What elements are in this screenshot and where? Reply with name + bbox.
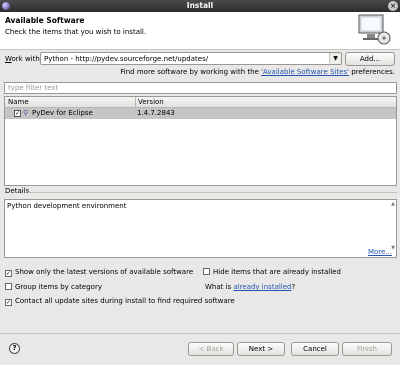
hide-installed-checkbox[interactable] [203, 268, 210, 275]
group-by-category-checkbox[interactable] [5, 283, 12, 290]
table-header: Name Version [5, 97, 396, 108]
cancel-button[interactable]: Cancel [291, 342, 339, 356]
page-description: Check the items that you wish to install… [5, 28, 147, 36]
column-header-version[interactable]: Version [138, 98, 164, 106]
install-banner-icon [358, 14, 391, 45]
row-checkbox[interactable]: ✓ [14, 110, 21, 117]
close-window-button[interactable]: × [388, 1, 398, 11]
latest-only-option[interactable]: ✓ Show only the latest versions of availa… [5, 268, 193, 277]
software-table: Name Version ✓ ⚲ PyDev for Eclipse 1.4.7… [4, 96, 397, 186]
scroll-up-arrow-icon[interactable]: ▲ [391, 201, 395, 207]
details-label: Details [5, 187, 30, 195]
row-version: 1.4.7.2843 [137, 109, 175, 117]
window-title: Install [186, 1, 214, 10]
table-row[interactable]: ✓ ⚲ PyDev for Eclipse 1.4.7.2843 [5, 108, 396, 119]
column-header-name[interactable]: Name [8, 98, 29, 106]
add-site-button[interactable]: Add... [345, 52, 395, 66]
next-button[interactable]: Next > [237, 342, 285, 356]
back-button[interactable]: < Back [188, 342, 234, 356]
button-bar-divider [0, 333, 400, 334]
work-with-label: Work with: [5, 55, 43, 63]
already-installed-link[interactable]: already installed [233, 283, 291, 291]
contact-sites-checkbox[interactable]: ✓ [5, 299, 12, 306]
filter-input[interactable]: type filter text [4, 82, 397, 94]
latest-only-checkbox[interactable]: ✓ [5, 270, 12, 277]
wizard-header: Available Software Check the items that … [0, 12, 400, 50]
title-bar: Install × [0, 0, 400, 12]
work-with-value: Python - http://pydev.sourceforge.net/up… [44, 55, 209, 63]
row-name: PyDev for Eclipse [32, 109, 93, 117]
plugin-icon: ⚲ [23, 109, 29, 117]
available-software-sites-link[interactable]: 'Available Software Sites' [261, 68, 349, 76]
finish-button[interactable]: Finish [342, 342, 392, 356]
details-divider [28, 192, 397, 193]
more-link[interactable]: More... [368, 248, 392, 256]
what-is-installed-text: What is already installed? [205, 283, 296, 291]
page-title: Available Software [5, 16, 85, 25]
hide-installed-option[interactable]: Hide items that are already installed [203, 268, 341, 276]
work-with-combo[interactable]: Python - http://pydev.sourceforge.net/up… [40, 52, 342, 65]
details-panel: Python development environment ▲ ▼ More.… [4, 199, 397, 258]
details-text: Python development environment [7, 202, 127, 210]
contact-sites-option[interactable]: ✓ Contact all update sites during install… [5, 297, 235, 306]
group-by-category-option[interactable]: Group items by category [5, 283, 102, 291]
help-icon[interactable]: ? [9, 343, 20, 354]
chevron-down-icon[interactable]: ▼ [329, 53, 341, 64]
find-more-text: Find more software by working with the '… [120, 68, 395, 76]
